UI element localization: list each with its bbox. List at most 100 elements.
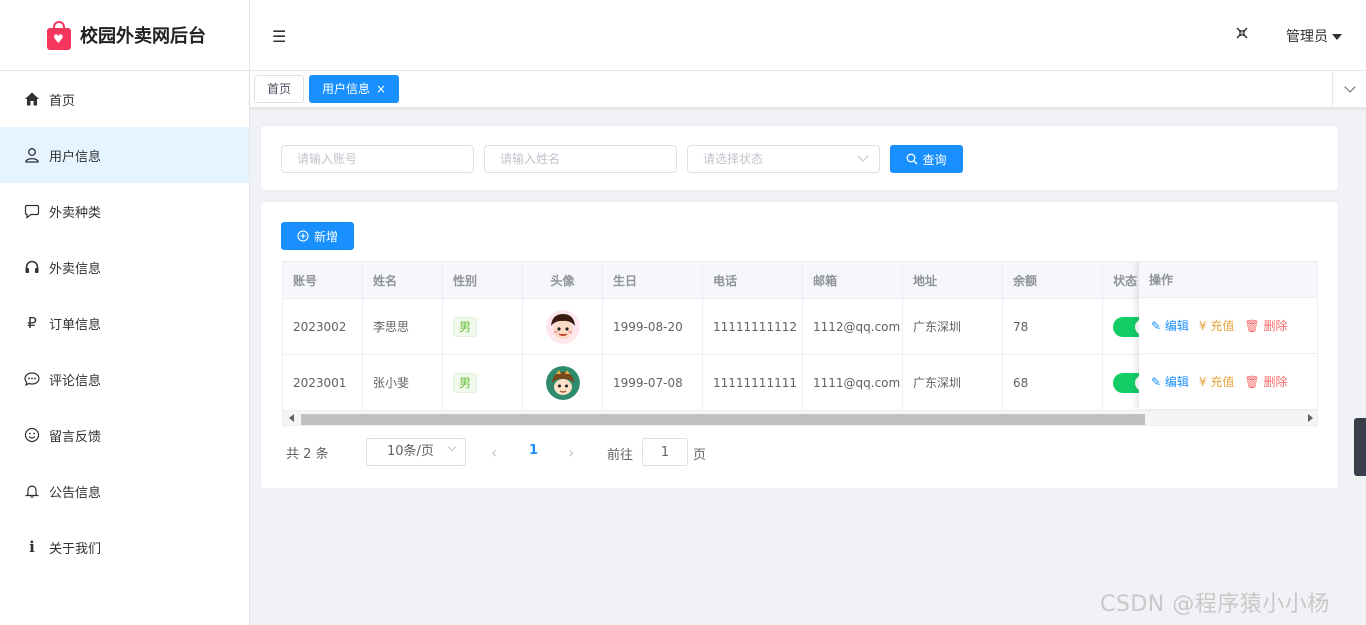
column-header: 地址 [903,262,1003,298]
add-button[interactable]: 新增 [281,222,354,250]
table-panel: 新增 账号 姓名 性别 头像 生日 电话 邮箱 地址 余额 状态 2023002… [260,201,1339,489]
sidebar-item-label: 公告信息 [49,485,102,501]
avatar[interactable] [545,309,580,344]
user-table: 账号 姓名 性别 头像 生日 电话 邮箱 地址 余额 状态 2023002 李思… [282,261,1318,426]
goto-suffix: 页 [693,448,707,463]
cell-email: 1112@qq.com [803,299,903,354]
chat-bubble-icon [24,203,40,219]
cell-birthday: 1999-08-20 [603,299,703,354]
tag-users[interactable]: 用户信息 × [309,75,400,103]
cell-birthday: 1999-07-08 [603,355,703,410]
sidebar-item-label: 订单信息 [49,317,102,333]
cell-balance: 68 [1003,355,1103,410]
user-icon [24,147,40,163]
chevron-down-icon [447,442,457,452]
cell-name: 张小斐 [363,355,443,410]
sidebar-item-label: 留言反馈 [49,429,102,445]
fullscreen-icon[interactable] [1236,27,1248,43]
delete-button[interactable]: 🗑 删除 [1244,317,1287,334]
smiley-icon [24,427,40,443]
bell-icon [24,483,40,499]
tag-home[interactable]: 首页 [254,75,305,103]
avatar[interactable] [545,365,580,400]
sidebar-item-food-info[interactable]: 外卖信息 [0,239,249,295]
sidebar-item-label: 关于我们 [49,541,102,557]
yen-icon: ¥ [1198,319,1207,333]
chevron-down-icon [1343,81,1356,93]
sidebar-item-label: 用户信息 [49,149,102,165]
sidebar-item-about[interactable]: i 关于我们 [0,519,249,575]
next-page-icon[interactable]: › [568,443,574,462]
name-search-input[interactable] [484,145,677,173]
sidebar-item-food-types[interactable]: 外卖种类 [0,183,249,239]
sidebar-item-comments[interactable]: 评论信息 [0,351,249,407]
prev-page-icon[interactable]: ‹ [491,443,497,462]
goto-page-input[interactable] [642,438,688,466]
cell-email: 1111@qq.com [803,355,903,410]
yen-icon: ¥ [1198,375,1207,389]
horizontal-scrollbar[interactable] [283,410,1317,425]
scroll-thumb[interactable] [301,414,1145,425]
scroll-right-icon[interactable] [1308,414,1313,422]
app-title: 校园外卖网后台 [80,26,206,47]
sidebar-item-label: 首页 [49,93,76,109]
query-button[interactable]: 查询 [890,145,963,173]
edit-button[interactable]: ✎ 编辑 [1151,373,1189,390]
cell-address: 广东深圳 [903,299,1003,354]
column-header: 性别 [443,262,523,298]
close-icon[interactable]: × [376,82,386,96]
tags-view: 首页 用户信息 × [250,71,1366,107]
page-number[interactable]: 1 [529,443,538,458]
column-header: 余额 [1003,262,1103,298]
cell-account: 2023002 [283,299,363,354]
account-search-input[interactable] [281,145,474,173]
operations-column: 操作 ✎ 编辑 ¥ 充值 🗑 删除 ✎ 编辑 ¥ 充值 🗑 删除 [1139,262,1317,410]
tag-label: 首页 [267,82,292,96]
tags-dropdown-button[interactable] [1332,71,1366,107]
edit-icon: ✎ [1151,375,1162,389]
sidebar-item-orders[interactable]: ₽ 订单信息 [0,295,249,351]
floating-side-widget[interactable] [1354,418,1366,476]
column-header: 电话 [703,262,803,298]
headphones-icon [24,259,40,275]
column-header: 操作 [1139,262,1317,298]
delete-button[interactable]: 🗑 删除 [1244,373,1287,390]
cell-avatar [523,355,603,410]
user-name: 管理员 [1286,29,1328,45]
sidebar-menu: 首页 用户信息 外卖种类 外卖信息 ₽ 订单信息 评论信息 留言反馈 公告信息 … [0,71,249,575]
cell-address: 广东深圳 [903,355,1003,410]
user-dropdown[interactable]: 管理员 [1286,26,1342,46]
recharge-button[interactable]: ¥ 充值 [1199,317,1234,334]
tag-label: 用户信息 [322,82,371,96]
query-button-label: 查询 [922,152,947,167]
recharge-button[interactable]: ¥ 充值 [1199,373,1234,390]
sidebar-item-users[interactable]: 用户信息 [0,127,249,183]
trash-icon: 🗑 [1244,319,1260,333]
scroll-left-icon[interactable] [289,414,294,422]
row-operations: ✎ 编辑 ¥ 充值 🗑 删除 [1139,298,1317,354]
trash-icon: 🗑 [1244,375,1260,389]
edit-button[interactable]: ✎ 编辑 [1151,317,1189,334]
logo: ♥ 校园外卖网后台 [0,0,249,71]
page-size-select[interactable]: 10条/页 [366,438,466,466]
delete-label: 删除 [1263,319,1288,333]
cell-balance: 78 [1003,299,1103,354]
cell-phone: 11111111111 [703,355,803,410]
column-header: 姓名 [363,262,443,298]
sidebar-item-home[interactable]: 首页 [0,71,249,127]
column-header: 生日 [603,262,703,298]
recharge-label: 充值 [1210,319,1235,333]
ruble-icon: ₽ [27,314,37,332]
sidebar-item-notices[interactable]: 公告信息 [0,463,249,519]
sidebar: ♥ 校园外卖网后台 首页 用户信息 外卖种类 外卖信息 ₽ 订单信息 评论信息 … [0,0,250,625]
status-select[interactable]: 请选择状态 [687,145,880,173]
chevron-down-icon [857,150,869,162]
shopping-bag-icon: ♥ [46,20,72,50]
sidebar-item-feedback[interactable]: 留言反馈 [0,407,249,463]
menu-toggle-icon[interactable]: ☰ [272,27,286,46]
edit-label: 编辑 [1164,319,1189,333]
caret-down-icon [1332,34,1342,40]
home-icon [24,91,40,107]
info-icon: i [29,538,35,556]
search-icon [907,153,918,165]
